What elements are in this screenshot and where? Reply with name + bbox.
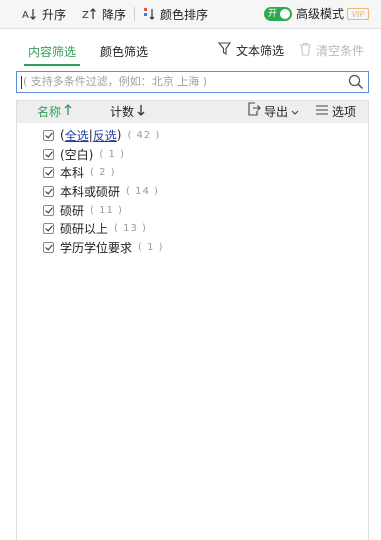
list-item[interactable]: 学历学位要求 ( 1 ) (43, 238, 164, 256)
name-header-label: 名称 (37, 105, 62, 119)
filter-value-list: 名称 计数 导出 选项 (全选 | 反选) (42) (空白) (1 … (16, 100, 369, 540)
checkbox[interactable] (43, 185, 54, 197)
svg-text:Z: Z (82, 10, 89, 21)
checkbox[interactable] (43, 204, 54, 216)
select-all-link[interactable]: 全选 (65, 127, 89, 144)
svg-text:A: A (22, 10, 29, 21)
chevron-down-icon (291, 101, 299, 123)
item-label: 硕研以上 (60, 221, 109, 236)
search-placeholder: ( 支持多条件过滤，例如：北京 上海 ) (23, 75, 208, 88)
item-count: ( 2 ) (90, 166, 116, 178)
advanced-mode-label: 高级模式 (296, 7, 345, 21)
item-label: 本科 (60, 165, 85, 180)
sort-by-name-header[interactable]: 名称 (37, 101, 72, 123)
item-count: ( 13 ) (114, 222, 147, 234)
sort-descending-button[interactable]: Z 降序 (82, 0, 126, 28)
sort-descending-label: 降序 (102, 7, 127, 22)
options-label: 选项 (332, 105, 357, 119)
checkbox[interactable] (43, 241, 54, 253)
toggle-state-label: 开 (268, 9, 278, 19)
item-label: (空白) (60, 147, 94, 162)
search-input[interactable]: ( 支持多条件过滤，例如：北京 上海 ) (16, 71, 369, 93)
options-button[interactable]: 选项 (315, 101, 356, 123)
text-filter-label: 文本筛选 (236, 43, 285, 58)
sort-ascending-label: 升序 (42, 7, 67, 22)
list-item[interactable]: 本科或硕研 ( 14 ) (43, 182, 159, 200)
color-sort-label: 颜色排序 (160, 7, 209, 22)
invert-selection-link[interactable]: 反选 (93, 127, 117, 144)
item-label: 硕研 (60, 203, 85, 218)
vip-badge: VIP (347, 8, 369, 20)
item-count: ( 1 ) (99, 148, 125, 160)
list-item[interactable]: 硕研以上 ( 13 ) (43, 219, 147, 237)
item-count: ( 42 ) (127, 129, 161, 141)
list-header: 名称 计数 导出 选项 (17, 101, 368, 123)
tab-color-filter[interactable]: 颜色筛选 (100, 42, 148, 62)
funnel-icon (217, 41, 232, 59)
clear-conditions-button[interactable]: 清空条件 (299, 36, 364, 64)
item-label: 本科或硕研 (60, 184, 121, 199)
tab-content-filter[interactable]: 内容筛选 (23, 42, 81, 66)
clear-conditions-label: 清空条件 (316, 43, 365, 58)
sort-descending-icon: Z (82, 7, 98, 21)
item-count: ( 11 ) (90, 204, 123, 216)
sort-by-count-header[interactable]: 计数 (110, 101, 145, 123)
arrow-up-icon (64, 101, 72, 123)
item-count: ( 1 ) (138, 241, 164, 253)
search-icon[interactable] (348, 74, 364, 93)
toolbar-separator (134, 7, 135, 21)
color-sort-button[interactable]: 颜色排序 (144, 0, 208, 28)
checkbox[interactable] (43, 166, 54, 178)
export-icon (247, 101, 261, 123)
list-item[interactable]: 本科 ( 2 ) (43, 163, 116, 181)
toolbar: A 升序 Z 降序 颜色排序 开 高级模式 VIP (0, 0, 381, 29)
menu-icon (315, 101, 329, 123)
export-button[interactable]: 导出 (247, 101, 299, 123)
list-item-select-all[interactable]: ( 全选 | 反选 ) ( 42 ) (43, 126, 160, 144)
advanced-mode-toggle[interactable]: 开 (264, 7, 292, 21)
sort-ascending-icon: A (22, 7, 38, 21)
checkbox[interactable] (43, 222, 54, 234)
sort-ascending-button[interactable]: A 升序 (22, 0, 66, 28)
trash-icon (299, 42, 312, 59)
text-caret (21, 76, 22, 89)
list-item[interactable]: (空白) ( 1 ) (43, 145, 125, 163)
item-count: ( 14 ) (126, 185, 159, 197)
checkbox[interactable] (43, 129, 54, 141)
list-item[interactable]: 硕研 ( 11 ) (43, 201, 123, 219)
text-filter-button[interactable]: 文本筛选 (217, 36, 285, 64)
export-label: 导出 (264, 105, 289, 119)
select-all-close-paren: ) (116, 128, 122, 142)
checkbox[interactable] (43, 148, 54, 160)
toggle-knob (280, 9, 290, 19)
count-header-label: 计数 (110, 105, 135, 119)
arrow-down-icon (137, 101, 145, 123)
color-sort-icon (144, 7, 156, 21)
item-label: 学历学位要求 (60, 240, 133, 255)
